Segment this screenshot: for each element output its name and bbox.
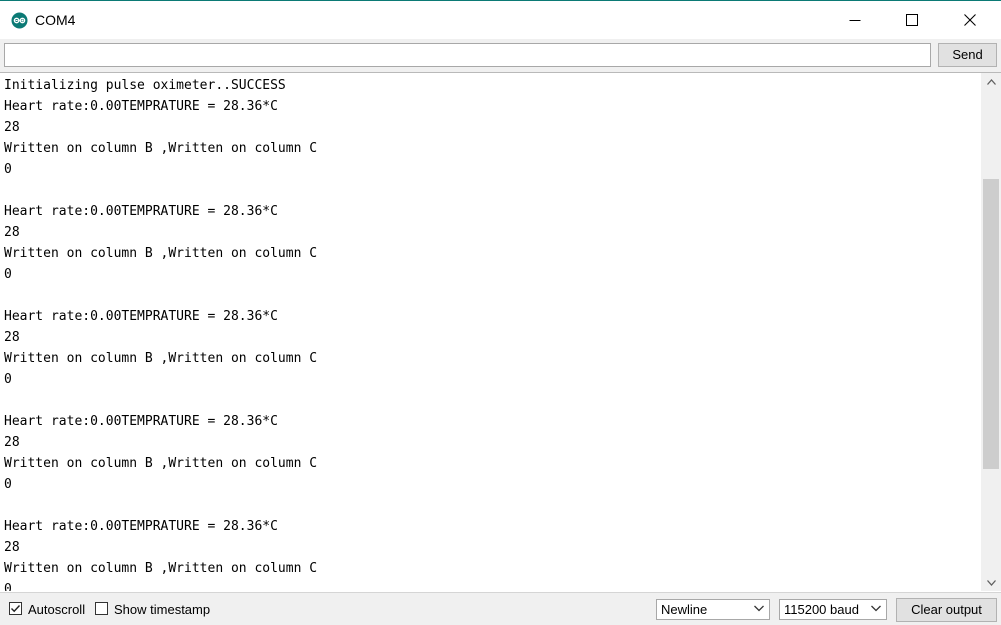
output-line: Written on column B ,Written on column C: [4, 141, 318, 156]
arduino-icon: [11, 12, 28, 29]
output-line: 28: [4, 330, 20, 345]
bottom-toolbar: Autoscroll Show timestamp Newline 115200…: [0, 592, 1001, 625]
output-line: 0: [4, 582, 12, 591]
output-line: Written on column B ,Written on column C: [4, 456, 318, 471]
maximize-button[interactable]: [889, 1, 935, 39]
output-line: Written on column B ,Written on column C: [4, 246, 318, 261]
output-line: Written on column B ,Written on column C: [4, 351, 318, 366]
output-line: 0: [4, 372, 12, 387]
line-ending-value: Newline: [661, 602, 708, 617]
output-line: 28: [4, 540, 20, 555]
output-line: Heart rate:0.00TEMPRATURE = 28.36*C: [4, 204, 278, 219]
scroll-thumb[interactable]: [983, 179, 999, 469]
output-line: 0: [4, 267, 12, 282]
autoscroll-checkbox[interactable]: [9, 602, 22, 615]
vertical-scrollbar[interactable]: [981, 73, 1001, 591]
baud-rate-value: 115200 baud: [784, 602, 859, 617]
minimize-icon: [849, 20, 861, 21]
line-ending-select[interactable]: Newline: [656, 599, 770, 620]
output-line: Heart rate:0.00TEMPRATURE = 28.36*C: [4, 414, 278, 429]
close-button[interactable]: [947, 1, 993, 39]
chevron-down-icon: [986, 579, 996, 586]
serial-output[interactable]: Initializing pulse oximeter..SUCCESS Hear…: [0, 73, 981, 591]
chevron-up-icon: [986, 78, 996, 85]
chevron-down-icon: [754, 605, 764, 612]
minimize-button[interactable]: [832, 1, 878, 39]
maximize-icon: [906, 14, 918, 26]
output-line: 28: [4, 435, 20, 450]
output-line: Heart rate:0.00TEMPRATURE = 28.36*C: [4, 309, 278, 324]
window-title: COM4: [35, 12, 76, 28]
output-line: 0: [4, 162, 12, 177]
baud-rate-select[interactable]: 115200 baud: [779, 599, 887, 620]
output-line: 0: [4, 477, 12, 492]
output-line: Written on column B ,Written on column C: [4, 561, 318, 576]
close-icon: [964, 14, 976, 26]
show-timestamp-checkbox[interactable]: [95, 602, 108, 615]
show-timestamp-label[interactable]: Show timestamp: [114, 602, 210, 617]
autoscroll-label[interactable]: Autoscroll: [28, 602, 85, 617]
clear-output-button[interactable]: Clear output: [896, 598, 997, 622]
checkmark-icon: [11, 605, 21, 613]
output-line: 28: [4, 225, 20, 240]
output-line: Heart rate:0.00TEMPRATURE = 28.36*C: [4, 99, 278, 114]
output-line: Initializing pulse oximeter..SUCCESS: [4, 78, 286, 93]
output-line: 28: [4, 120, 20, 135]
scroll-up-button[interactable]: [981, 73, 1001, 90]
output-line: Heart rate:0.00TEMPRATURE = 28.36*C: [4, 519, 278, 534]
chevron-down-icon: [871, 605, 881, 612]
scroll-down-button[interactable]: [981, 574, 1001, 591]
send-button[interactable]: Send: [938, 43, 997, 67]
send-input[interactable]: [4, 43, 931, 67]
